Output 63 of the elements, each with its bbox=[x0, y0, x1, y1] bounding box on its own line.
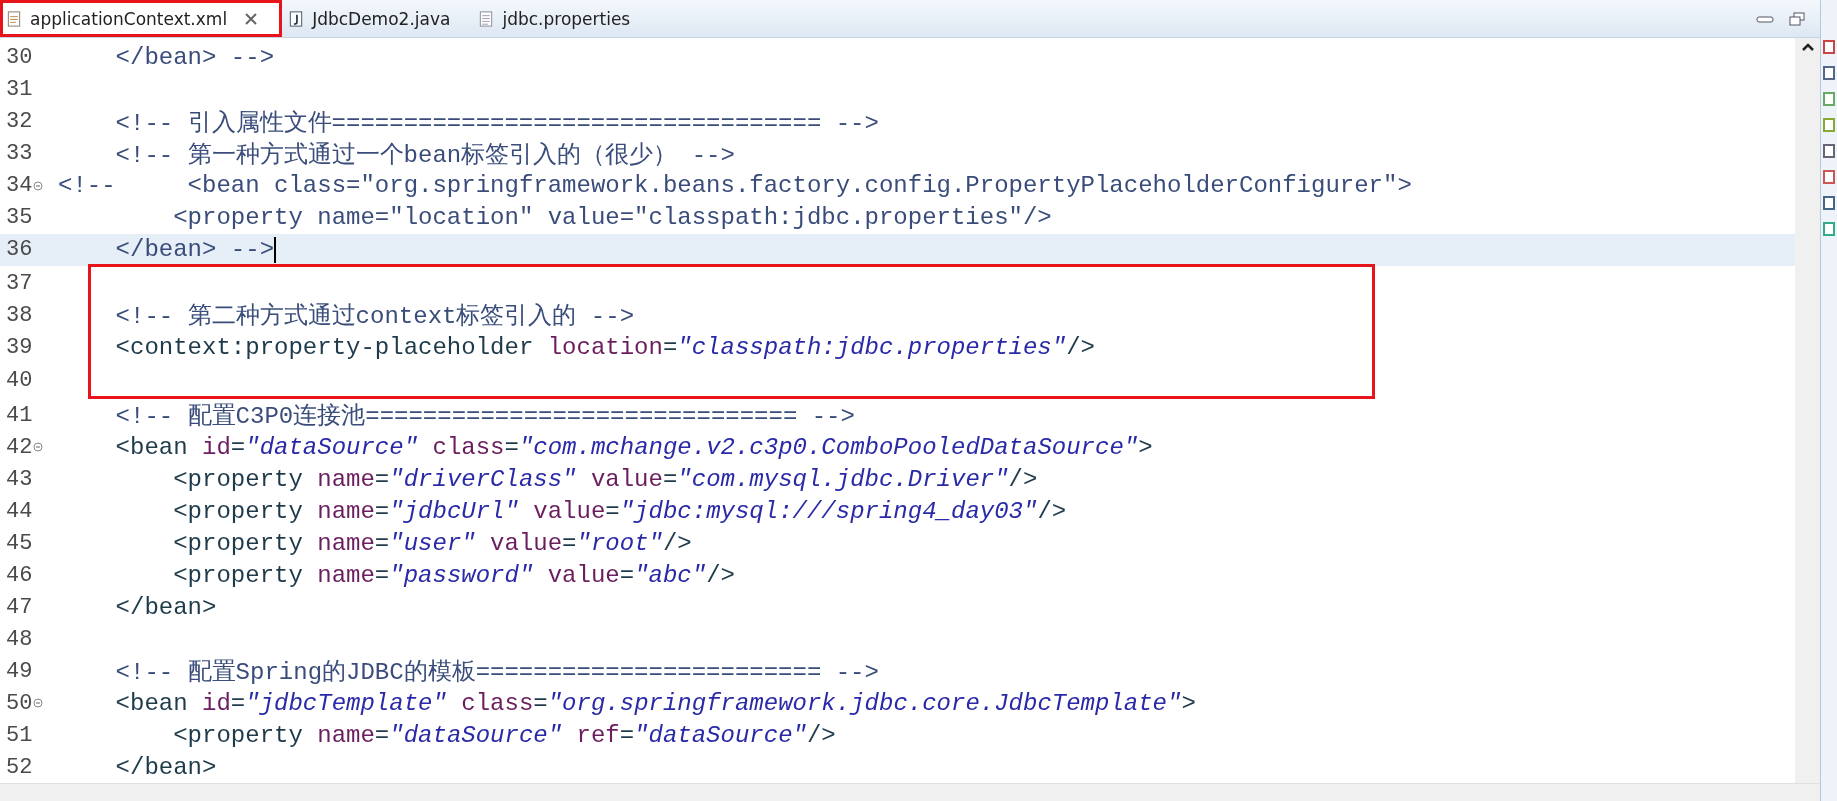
code-line: <!-- 第一种方式通过一个bean标签引入的（很少） --> bbox=[114, 140, 735, 170]
code-line: <context:property-placeholder location="classpath:jdbc.properties"/> bbox=[114, 334, 1095, 362]
xml-file-icon bbox=[6, 9, 22, 28]
code-line: </bean> --> bbox=[114, 44, 275, 72]
editor-tab[interactable]: jdbc.properties bbox=[472, 0, 653, 37]
line-number: 46 bbox=[5, 562, 33, 588]
line-number: 37 bbox=[5, 270, 33, 296]
code-line: <!-- <bean class="org.springframework.beans.factory.config.PropertyPlaceholderConfigurer"> bbox=[58, 172, 1412, 200]
toolbar-icon[interactable] bbox=[1823, 40, 1835, 54]
text-cursor bbox=[274, 236, 277, 263]
line-number: 48 bbox=[5, 626, 33, 652]
code-line: </bean> bbox=[114, 593, 217, 621]
horizontal-scrollbar[interactable] bbox=[0, 783, 1820, 801]
vertical-scrollbar[interactable] bbox=[1795, 38, 1820, 783]
line-number: 45 bbox=[5, 530, 33, 556]
java-file-icon bbox=[288, 9, 305, 28]
line-number: 42 bbox=[5, 434, 33, 460]
code-line: <!-- 配置Spring的JDBC的模板======================== --> bbox=[114, 658, 879, 688]
line-number: 47 bbox=[5, 594, 33, 620]
code-line: <property name="password" value="abc"/> bbox=[172, 561, 735, 589]
line-number: 33 bbox=[5, 141, 33, 167]
code-line: <property name="driverClass" value="com.mysql.jdbc.Driver"/> bbox=[172, 465, 1038, 493]
line-number: 41 bbox=[5, 402, 33, 428]
line-number: 38 bbox=[5, 302, 33, 328]
toolbar-icon[interactable] bbox=[1823, 222, 1835, 236]
line-number: 43 bbox=[5, 466, 33, 492]
line-number: 39 bbox=[5, 335, 33, 361]
code-line: </bean> bbox=[114, 753, 217, 781]
line-number: 49 bbox=[5, 658, 33, 684]
code-line: <property name="user" value="root"/> bbox=[172, 529, 692, 557]
fold-toggle-icon[interactable] bbox=[33, 698, 44, 709]
toolbar-icon[interactable] bbox=[1823, 66, 1835, 80]
line-number: 40 bbox=[5, 367, 33, 393]
code-line: <bean id="jdbcTemplate" class="org.springframework.jdbc.core.JdbcTemplate"> bbox=[114, 689, 1196, 717]
line-number: 50 bbox=[5, 690, 33, 716]
code-line: <property name="dataSource" ref="dataSource"/> bbox=[172, 721, 836, 749]
text-file-icon bbox=[478, 9, 495, 28]
fold-toggle-icon[interactable] bbox=[33, 180, 44, 191]
editor-tab[interactable]: JdbcDemo2.java bbox=[282, 0, 473, 37]
toolbar-icon[interactable] bbox=[1823, 92, 1835, 106]
line-number: 34 bbox=[5, 173, 33, 199]
code-line: <property name="location" value="classpath:jdbc.properties"/> bbox=[172, 204, 1052, 232]
code-line: <!-- 配置C3P0连接池============================== --> bbox=[114, 402, 855, 432]
code-line: <!-- 第二种方式通过context标签引入的 --> bbox=[114, 301, 635, 332]
line-number: 35 bbox=[5, 205, 33, 231]
toolbar-icon[interactable] bbox=[1823, 170, 1835, 184]
code-line: </bean> --> bbox=[114, 236, 275, 264]
line-number: 32 bbox=[5, 109, 33, 135]
code-line: <bean id="dataSource" class="com.mchange.v2.c3p0.ComboPooledDataSource"> bbox=[114, 433, 1153, 461]
code-line: <property name="jdbcUrl" value="jdbc:mysql:///spring4_day03"/> bbox=[172, 497, 1067, 525]
line-number: 30 bbox=[5, 45, 33, 71]
line-number: 31 bbox=[5, 77, 33, 103]
code-line: <!-- 引入属性文件================================== --> bbox=[114, 108, 879, 138]
restore-icon[interactable] bbox=[1788, 11, 1806, 26]
toolbar-icon[interactable] bbox=[1823, 118, 1835, 132]
line-number: 52 bbox=[5, 754, 33, 780]
line-number: 51 bbox=[5, 722, 33, 748]
fold-toggle-icon[interactable] bbox=[33, 442, 44, 453]
editor-tab[interactable]: applicationContext.xml bbox=[0, 0, 283, 37]
toolbar-icon[interactable] bbox=[1823, 196, 1835, 210]
line-number: 36 bbox=[5, 237, 33, 263]
toolbar-icon[interactable] bbox=[1823, 144, 1835, 158]
line-number: 44 bbox=[5, 498, 33, 524]
